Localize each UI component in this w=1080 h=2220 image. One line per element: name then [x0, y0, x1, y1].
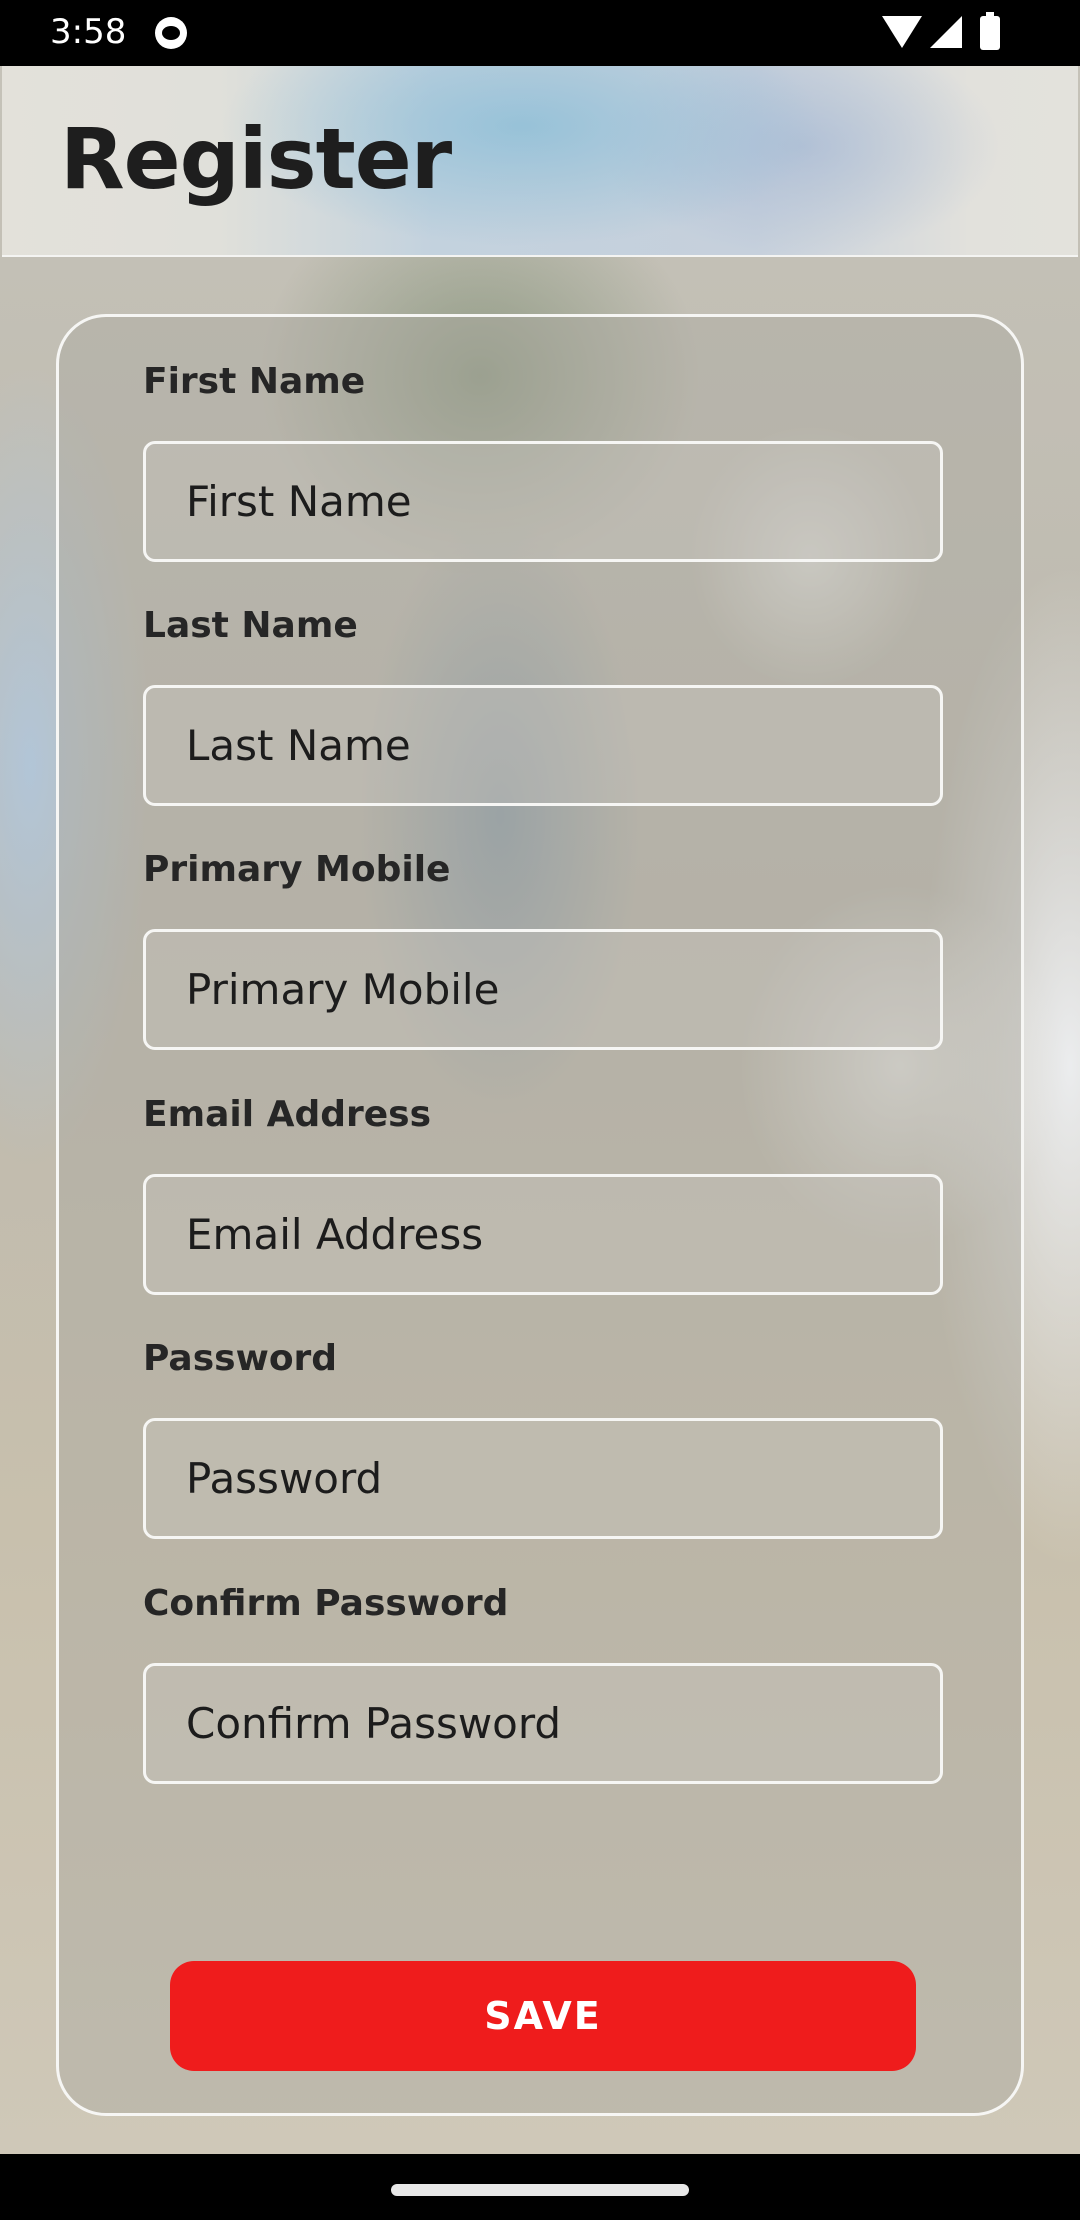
first-name-input[interactable]: [143, 441, 943, 562]
app-header: Register: [2, 66, 1078, 257]
wifi-icon: [882, 16, 922, 48]
primary-mobile-input[interactable]: [143, 929, 943, 1050]
notification-cat-icon: [155, 17, 187, 49]
register-form: First Name Last Name Primary Mobile Emai…: [56, 314, 1024, 2116]
home-gesture-handle[interactable]: [391, 2184, 689, 2196]
battery-icon: [980, 12, 1000, 50]
status-bar: 3:58: [0, 0, 1080, 66]
first-name-label: First Name: [143, 361, 366, 402]
page-title: Register: [60, 110, 452, 208]
last-name-label: Last Name: [143, 605, 358, 646]
primary-mobile-label: Primary Mobile: [143, 849, 451, 890]
confirm-password-input[interactable]: [143, 1663, 943, 1784]
confirm-password-label: Confirm Password: [143, 1583, 509, 1624]
password-label: Password: [143, 1338, 338, 1379]
email-address-label: Email Address: [143, 1094, 432, 1135]
save-button[interactable]: SAVE: [170, 1961, 916, 2071]
navigation-bar: [0, 2154, 1080, 2220]
status-time: 3:58: [50, 12, 127, 52]
password-input[interactable]: [143, 1418, 943, 1539]
cell-signal-icon: [930, 16, 962, 48]
last-name-input[interactable]: [143, 685, 943, 806]
email-address-input[interactable]: [143, 1174, 943, 1295]
app-screen: Register First Name Last Name Primary Mo…: [0, 66, 1080, 2154]
